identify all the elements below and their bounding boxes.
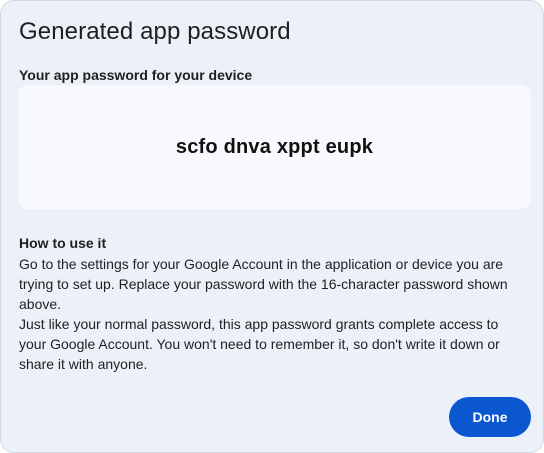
dialog-title: Generated app password (19, 18, 291, 45)
instructions-paragraph-setup: Go to the settings for your Google Accou… (19, 256, 508, 312)
how-to-use-heading: How to use it (19, 235, 107, 251)
password-caption: Your app password for your device (19, 67, 253, 83)
how-to-use-instructions: Go to the settings for your Google Accou… (19, 254, 529, 374)
app-password-dialog: Generated app password Your app password… (0, 0, 544, 453)
password-display: scfo dnva xppt eupk (18, 85, 531, 209)
instructions-paragraph-security: Just like your normal password, this app… (19, 316, 500, 372)
done-button[interactable]: Done (449, 397, 531, 437)
app-password-value[interactable]: scfo dnva xppt eupk (176, 136, 373, 159)
